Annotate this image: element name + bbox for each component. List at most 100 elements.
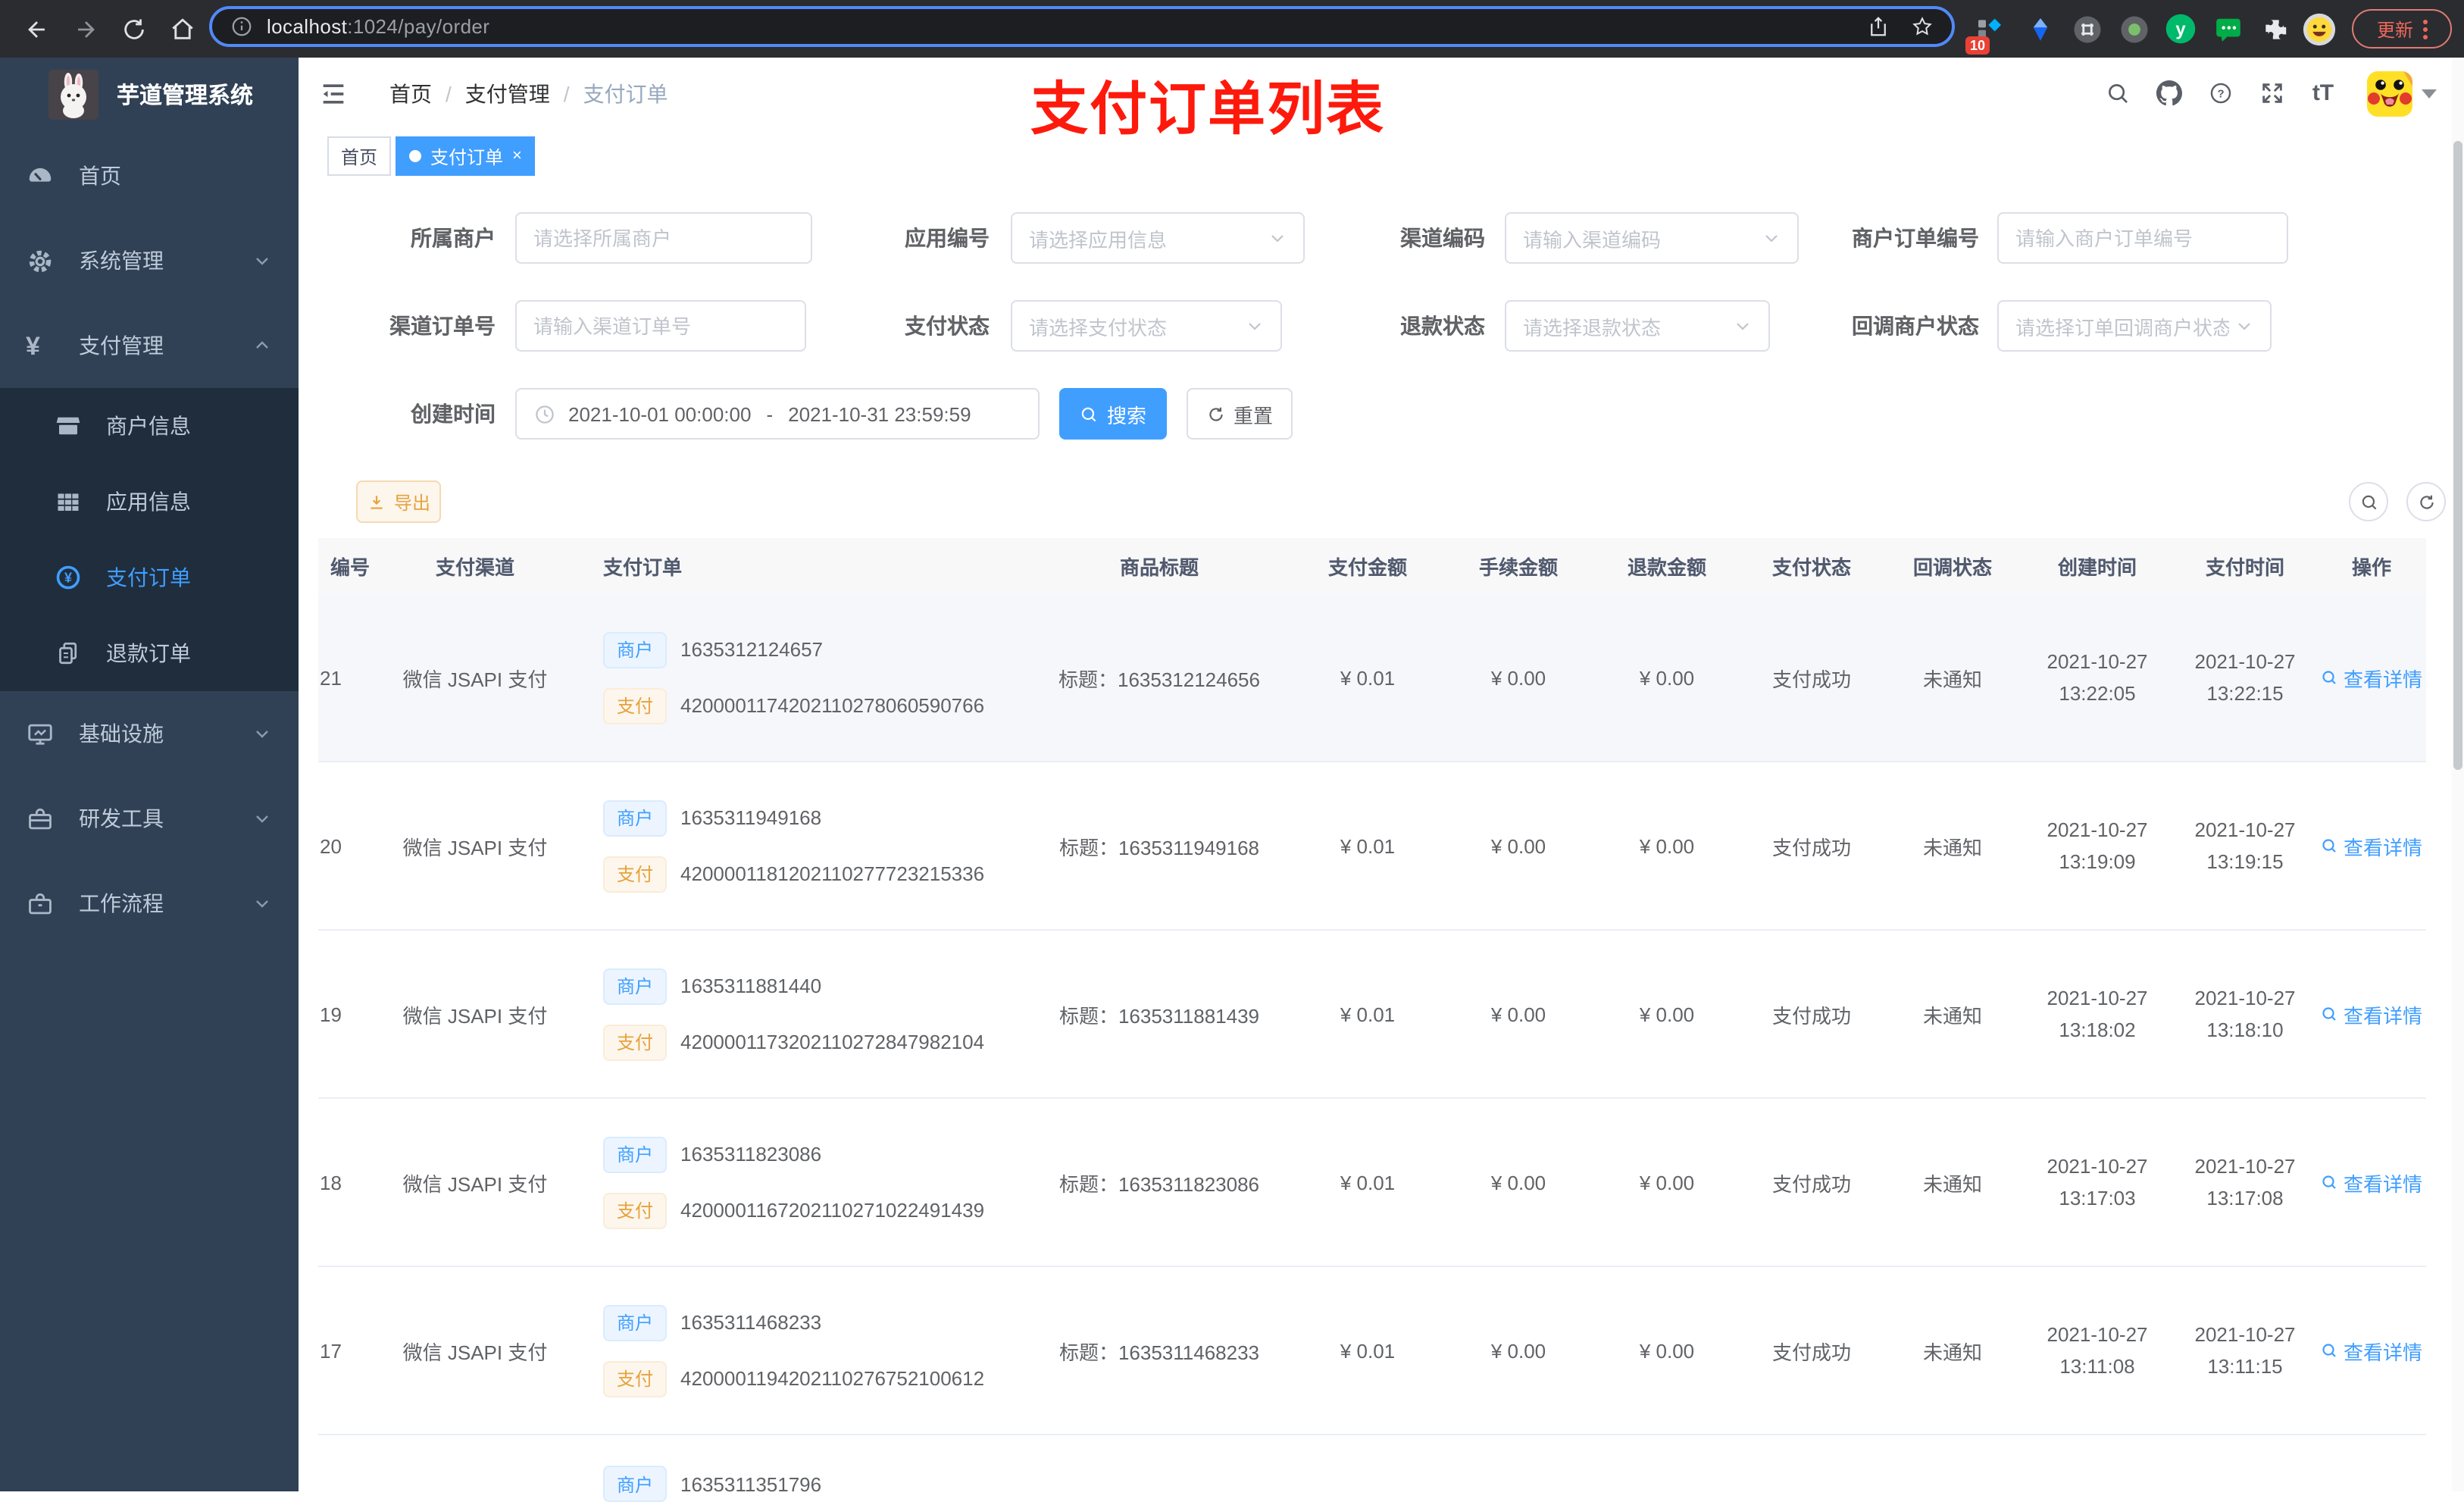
cell-created: 2021-10-27 13:18:02 xyxy=(2047,987,2148,1041)
cell-action: 查看详情 xyxy=(2317,1336,2426,1365)
reset-button[interactable]: 重置 xyxy=(1187,388,1293,440)
kite-icon xyxy=(2032,17,2047,40)
command-icon xyxy=(2073,15,2100,42)
filter-label-create-time: 创建时间 xyxy=(411,402,496,426)
sidebar-item-system[interactable]: 系统管理 xyxy=(0,218,299,303)
tab-pay-order[interactable]: 支付订单 × xyxy=(396,136,536,176)
table-row[interactable]: 18 微信 JSAPI 支付 商户 1635311823086 支付 4200001167… xyxy=(318,1099,2426,1267)
browser-back-button[interactable] xyxy=(18,11,55,47)
table-row[interactable]: 20 微信 JSAPI 支付 商户 1635311949168 支付 4200001181… xyxy=(318,762,2426,931)
browser-reload-button[interactable] xyxy=(115,11,152,47)
view-detail-link[interactable]: 查看详情 xyxy=(2321,1336,2422,1365)
extension-command[interactable] xyxy=(2067,9,2106,49)
browser-forward-button[interactable] xyxy=(67,11,103,47)
extension-yuque[interactable]: y xyxy=(2161,9,2200,49)
user-avatar[interactable] xyxy=(2367,70,2412,116)
bookmark-button[interactable] xyxy=(1911,15,1934,38)
cell-title: 标题：1635311949168 xyxy=(1058,836,1260,859)
sidebar-item-refund-order[interactable]: 退款订单 xyxy=(0,615,299,691)
view-detail-link[interactable]: 查看详情 xyxy=(2321,831,2422,860)
cell-paid: 2021-10-27 13:22:15 xyxy=(2194,650,2296,705)
create-time-range-picker[interactable]: 2021-10-01 00:00:00 - 2021-10-31 23:59:5… xyxy=(515,388,1040,440)
refresh-table-button[interactable] xyxy=(2406,482,2446,521)
clock-icon xyxy=(533,402,556,425)
merchant-tag: 商户 xyxy=(603,1304,668,1341)
cell-amount: ¥ 0.01 xyxy=(1340,834,1396,857)
table-row[interactable]: 19 微信 JSAPI 支付 商户 1635311881440 支付 4200001173… xyxy=(318,931,2426,1099)
table-row-partial[interactable]: 商户 1635311351796 xyxy=(318,1435,2426,1502)
yuque-icon: y xyxy=(2165,14,2196,44)
tab-close-icon[interactable]: × xyxy=(512,147,522,164)
view-detail-link[interactable]: 查看详情 xyxy=(2321,663,2422,692)
cell-refund: ¥ 0.00 xyxy=(1639,666,1695,689)
yen-icon: ¥ xyxy=(26,331,40,360)
header-search-button[interactable] xyxy=(2097,74,2137,113)
cell-action: 查看详情 xyxy=(2317,1168,2426,1197)
sidebar-item-merchant-info[interactable]: 商户信息 xyxy=(0,388,299,464)
view-detail-link[interactable]: 查看详情 xyxy=(2321,1000,2422,1028)
sidebar-item-home[interactable]: 首页 xyxy=(0,133,299,218)
cell-channel: 微信 JSAPI 支付 xyxy=(402,1341,548,1363)
sidebar-item-infrastructure[interactable]: 基础设施 xyxy=(0,691,299,776)
merchant-tag: 商户 xyxy=(603,1136,668,1172)
github-link[interactable] xyxy=(2149,74,2188,113)
table-row[interactable]: 17 微信 JSAPI 支付 商户 1635311468233 支付 4200001194… xyxy=(318,1267,2426,1435)
extension-kite[interactable] xyxy=(2020,9,2059,49)
grid-icon xyxy=(55,488,82,515)
avatar-caret-icon[interactable] xyxy=(2422,89,2437,98)
merchant-order-no-input[interactable] xyxy=(1997,212,2288,264)
browser-profile-avatar[interactable] xyxy=(2299,9,2338,49)
scrollbar-thumb[interactable] xyxy=(2453,141,2462,770)
channel-order-no: 4200001181202110277723215336 xyxy=(680,862,985,885)
extension-recorder[interactable] xyxy=(2114,9,2153,49)
fullscreen-button[interactable] xyxy=(2252,74,2291,113)
table-row[interactable]: 21 微信 JSAPI 支付 商户 1635312124657 支付 4200001174… xyxy=(318,594,2426,762)
search-button[interactable]: 搜索 xyxy=(1059,388,1167,440)
cell-paid: 2021-10-27 13:17:08 xyxy=(2194,1155,2296,1209)
cell-refund: ¥ 0.00 xyxy=(1639,1339,1695,1362)
pay-status-select[interactable]: 请选择支付状态 xyxy=(1011,300,1282,352)
view-detail-link[interactable]: 查看详情 xyxy=(2321,1168,2422,1197)
font-size-button[interactable]: tT xyxy=(2303,74,2343,113)
notify-status-select[interactable]: 请选择订单回调商户状态 xyxy=(1997,300,2272,352)
browser-menu-icon[interactable] xyxy=(2422,19,2427,39)
merchant-tag: 商户 xyxy=(603,631,668,668)
extensions-puzzle-button[interactable] xyxy=(2255,9,2294,49)
cell-no: 21 xyxy=(320,666,342,689)
sidebar-toggle-button[interactable] xyxy=(318,79,349,109)
main-content: 所属商户 应用编号 请选择应用信息 渠道编码 请输入渠道编码 商户订单编号 渠道… xyxy=(299,185,2464,1502)
browser-update-button[interactable]: 更新 xyxy=(2352,9,2452,49)
cell-channel: 微信 JSAPI 支付 xyxy=(402,668,548,690)
cell-notify: 未通知 xyxy=(1922,1172,1982,1195)
breadcrumb-payment[interactable]: 支付管理 xyxy=(465,78,550,108)
export-button[interactable]: 导出 xyxy=(356,480,441,523)
toggle-search-button[interactable] xyxy=(2349,482,2388,521)
extension-sidekick[interactable]: 10 xyxy=(1965,9,2009,55)
cell-status: 支付成功 xyxy=(1771,836,1851,859)
sidebar-item-app-info[interactable]: 应用信息 xyxy=(0,464,299,540)
cell-order: 商户 1635311823086 支付 42000011672021102710224… xyxy=(576,1136,1026,1228)
cell-created: 2021-10-27 13:17:03 xyxy=(2047,1155,2148,1209)
svg-text:y: y xyxy=(2175,19,2186,39)
extension-chat[interactable] xyxy=(2208,9,2247,49)
page-scrollbar[interactable] xyxy=(2452,58,2464,1491)
yen-circle-icon: ¥ xyxy=(55,564,82,591)
site-info-icon[interactable] xyxy=(230,15,253,38)
cell-order: 商户 1635312124657 支付 42000011742021102780605… xyxy=(576,631,1026,724)
cell-action: 查看详情 xyxy=(2317,1000,2426,1028)
breadcrumb-home[interactable]: 首页 xyxy=(389,78,432,108)
app-logo[interactable]: 芋道管理系统 xyxy=(0,58,299,130)
sidebar-item-payment[interactable]: ¥ 支付管理 xyxy=(0,303,299,388)
address-bar[interactable]: localhost:1024/pay/order xyxy=(209,6,1955,47)
refund-status-select[interactable]: 请选择退款状态 xyxy=(1505,300,1770,352)
cell-no: 19 xyxy=(320,1003,342,1025)
share-button[interactable] xyxy=(1867,15,1890,38)
sidebar-item-pay-order[interactable]: ¥ 支付订单 xyxy=(0,540,299,615)
star-icon xyxy=(1912,17,1932,36)
tab-home[interactable]: 首页 xyxy=(327,136,392,176)
sidebar-item-dev-tools[interactable]: 研发工具 xyxy=(0,776,299,861)
table-header: 编号 支付渠道 支付订单 商品标题 支付金额 手续金额 退款金额 支付状态 回调… xyxy=(318,538,2426,594)
sidebar-item-workflow[interactable]: 工作流程 xyxy=(0,861,299,946)
browser-home-button[interactable] xyxy=(164,11,200,47)
help-button[interactable]: ? xyxy=(2200,74,2240,113)
